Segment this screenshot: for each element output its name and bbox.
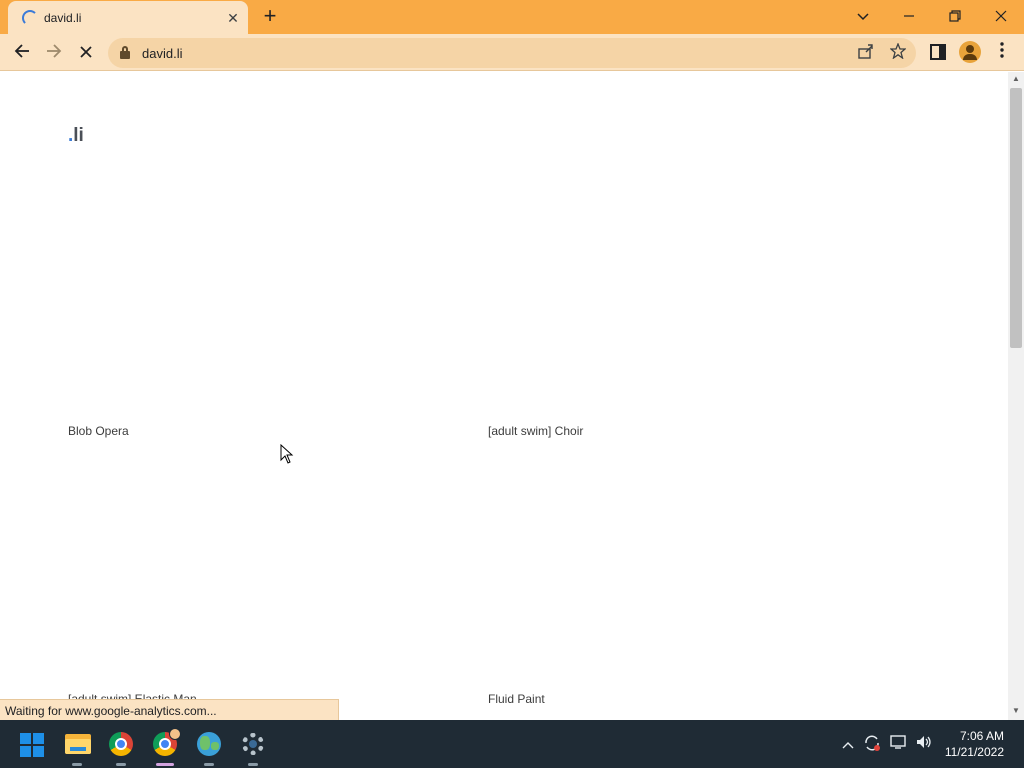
vertical-scrollbar[interactable]: ▲ ▼ (1008, 72, 1024, 720)
network-icon[interactable] (889, 734, 909, 754)
chrome-profile-icon[interactable] (149, 728, 181, 760)
close-window-icon[interactable] (988, 4, 1014, 30)
tab-title: david.li (44, 11, 82, 25)
sync-icon[interactable] (862, 734, 882, 754)
system-clock[interactable]: 7:06 AM 11/21/2022 (945, 728, 1004, 760)
settings-gear-icon[interactable] (237, 728, 269, 760)
scroll-down-arrow-icon[interactable]: ▼ (1008, 704, 1024, 718)
windows-taskbar: 7:06 AM 11/21/2022 (0, 720, 1024, 768)
status-bubble: Waiting for www.google-analytics.com... (0, 699, 339, 720)
volume-icon[interactable] (914, 734, 934, 754)
app-running-indicator (248, 763, 258, 766)
project-card-blob-opera[interactable]: Blob Opera (68, 138, 448, 438)
app-running-indicator (204, 763, 214, 766)
restore-icon[interactable] (942, 4, 968, 30)
share-icon[interactable] (856, 43, 876, 63)
tab-close-icon[interactable]: ✕ (224, 9, 242, 27)
browser-toolbar: david.li (0, 34, 1024, 71)
project-card-label[interactable]: Fluid Paint (488, 692, 545, 706)
project-card-fluid-paint[interactable]: Fluid Paint (488, 406, 868, 706)
show-hidden-icons-chevron-icon[interactable] (838, 734, 858, 754)
app-running-indicator (116, 763, 126, 766)
clock-time: 7:06 AM (959, 729, 1004, 743)
profile-avatar-icon[interactable] (959, 41, 981, 63)
globe-app-icon[interactable] (193, 728, 225, 760)
new-tab-button[interactable]: + (259, 5, 281, 28)
stop-reload-icon[interactable] (73, 40, 99, 66)
windows-start-icon[interactable] (20, 733, 44, 757)
file-explorer-icon[interactable] (62, 728, 94, 760)
kebab-menu-icon[interactable] (994, 41, 1010, 63)
tab-search-chevron-icon[interactable] (850, 4, 876, 30)
tab-strip: david.li ✕ + (0, 0, 1024, 34)
lock-icon[interactable] (120, 46, 130, 59)
minimize-icon[interactable] (896, 4, 922, 30)
chrome-icon[interactable] (105, 728, 137, 760)
app-running-indicator (72, 763, 82, 766)
mouse-cursor-icon (280, 443, 294, 469)
scroll-up-arrow-icon[interactable]: ▲ (1008, 72, 1024, 86)
page-viewport: .li Blob Opera [adult swim] Choir [adult… (0, 72, 1008, 720)
status-text: Waiting for www.google-analytics.com... (5, 704, 217, 718)
url-text[interactable]: david.li (142, 46, 182, 61)
star-icon[interactable] (888, 42, 908, 63)
clock-date: 11/21/2022 (944, 745, 1004, 759)
address-bar[interactable]: david.li (108, 38, 916, 68)
back-arrow-icon[interactable] (9, 40, 35, 66)
project-card-choir[interactable]: [adult swim] Choir (488, 138, 868, 438)
side-panel-icon[interactable] (930, 44, 946, 60)
app-active-indicator (156, 763, 174, 766)
scrollbar-thumb[interactable] (1010, 88, 1022, 348)
project-card-elastic-man[interactable]: [adult swim] Elastic Man (68, 406, 448, 706)
browser-tab[interactable]: david.li ✕ (8, 1, 248, 34)
forward-arrow-icon[interactable] (41, 40, 67, 66)
loading-spinner-icon (22, 10, 38, 26)
